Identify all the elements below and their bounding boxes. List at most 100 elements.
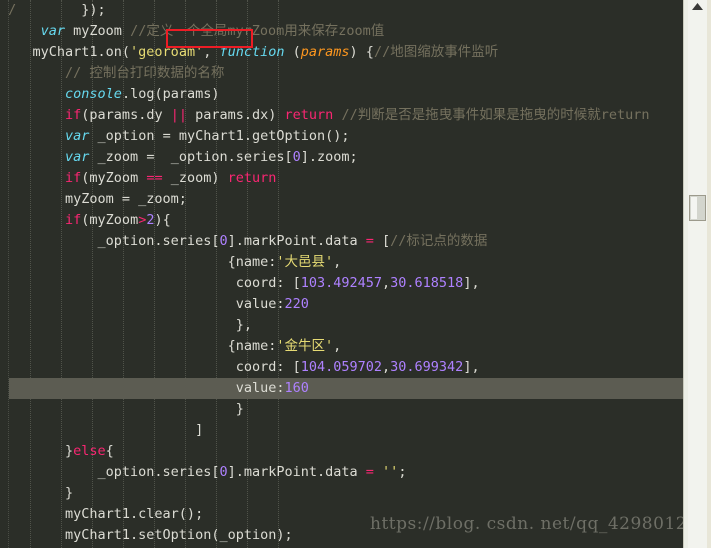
code-line[interactable]: } bbox=[0, 399, 684, 420]
code-token: _zoom = _option.series[ bbox=[89, 149, 293, 165]
code-token: { bbox=[105, 443, 114, 459]
code-token: ){ bbox=[154, 212, 171, 228]
code-token: return bbox=[284, 107, 334, 123]
code-token: '金牛区' bbox=[276, 338, 334, 354]
code-token: //定义一个全局myrZoom用来保存zoom值 bbox=[130, 23, 385, 39]
code-token: = bbox=[365, 233, 374, 249]
code-line[interactable]: {name:'金牛区', bbox=[0, 336, 684, 357]
code-token: _option = myChart1.getOption(); bbox=[89, 128, 350, 144]
code-line[interactable]: value:160 bbox=[0, 378, 684, 399]
code-line[interactable]: var _option = myChart1.getOption(); bbox=[0, 126, 684, 147]
code-token: 30.699342 bbox=[390, 359, 464, 375]
code-token: , bbox=[333, 254, 342, 270]
code-line[interactable]: value:220 bbox=[0, 294, 684, 315]
code-line[interactable]: } bbox=[0, 483, 684, 504]
code-token: , bbox=[382, 359, 391, 375]
code-token: value: bbox=[0, 296, 285, 312]
code-token: 103.492457 bbox=[300, 275, 383, 291]
code-token: value: bbox=[0, 380, 285, 396]
code-token: .log(params) bbox=[121, 86, 220, 102]
code-token: if bbox=[65, 107, 82, 123]
code-line[interactable]: if(myZoom == _zoom) return bbox=[0, 168, 684, 189]
code-token: 0 bbox=[292, 149, 301, 165]
code-token: myChart1.setOption(_option); bbox=[0, 527, 293, 543]
code-token: _zoom) bbox=[162, 170, 228, 186]
code-token: (params.dy bbox=[81, 107, 171, 123]
code-line[interactable]: if(myZoom>2){ bbox=[0, 210, 684, 231]
code-line[interactable]: coord: [103.492457,30.618518], bbox=[0, 273, 684, 294]
code-line[interactable]: }else{ bbox=[0, 441, 684, 462]
code-token: if bbox=[65, 170, 82, 186]
vertical-scrollbar[interactable] bbox=[683, 0, 711, 548]
code-token: ].zoom; bbox=[300, 149, 358, 165]
code-line[interactable]: }, bbox=[0, 315, 684, 336]
code-token: } bbox=[0, 443, 74, 459]
code-token: var bbox=[65, 149, 90, 165]
code-token: ; bbox=[398, 464, 407, 480]
code-token: ) { bbox=[349, 44, 374, 60]
code-token: if bbox=[65, 212, 82, 228]
code-token: 104.059702 bbox=[300, 359, 383, 375]
scrollbar-right-edge bbox=[707, 0, 711, 548]
scrollbar-track[interactable] bbox=[688, 0, 707, 548]
scrollbar-thumb[interactable] bbox=[689, 195, 706, 221]
code-token: myZoom = _zoom; bbox=[0, 191, 187, 207]
code-line[interactable]: var _zoom = _option.series[0].zoom; bbox=[0, 147, 684, 168]
code-token: ].markPoint.data bbox=[227, 233, 366, 249]
code-token: == bbox=[146, 170, 163, 186]
code-token: }, bbox=[0, 317, 252, 333]
code-line[interactable]: // }); bbox=[0, 0, 684, 21]
code-token: //地图缩放事件监听 bbox=[373, 44, 499, 60]
code-line[interactable]: var myZoom //定义一个全局myrZoom用来保存zoom值 bbox=[0, 21, 684, 42]
code-token: return bbox=[227, 170, 277, 186]
code-token: function bbox=[219, 44, 285, 60]
code-token: var bbox=[40, 23, 66, 39]
code-line[interactable]: ] bbox=[0, 420, 684, 441]
editor-gutter bbox=[0, 0, 9, 548]
code-token: coord: [ bbox=[0, 275, 301, 291]
code-line[interactable]: if(params.dy || params.dx) return //判断是否… bbox=[0, 105, 684, 126]
scroll-up-arrow-icon[interactable] bbox=[689, 1, 706, 13]
code-token: console bbox=[65, 86, 122, 102]
code-token: ], bbox=[463, 275, 480, 291]
code-token: coord: [ bbox=[0, 359, 301, 375]
code-line[interactable]: // 控制台打印数据的名称 bbox=[0, 63, 684, 84]
code-token: 160 bbox=[284, 380, 309, 396]
code-line[interactable]: myChart1.on('georoam', function (params)… bbox=[0, 42, 684, 63]
code-text-area[interactable]: // }); var myZoom //定义一个全局myrZoom用来保存zoo… bbox=[0, 0, 684, 548]
code-token: myZoom bbox=[65, 23, 131, 39]
code-token: (myZoom bbox=[81, 170, 147, 186]
code-line[interactable]: _option.series[0].markPoint.data = [//标记… bbox=[0, 231, 684, 252]
code-token: {name: bbox=[0, 338, 277, 354]
code-token: (myZoom bbox=[81, 212, 139, 228]
code-token: var bbox=[65, 128, 90, 144]
code-token: // 控制台打印数据的名称 bbox=[0, 65, 225, 81]
code-token: 0 bbox=[219, 464, 228, 480]
code-token: else bbox=[73, 443, 106, 459]
code-token: [ bbox=[373, 233, 391, 249]
code-token: {name: bbox=[0, 254, 277, 270]
code-token: ], bbox=[463, 359, 480, 375]
code-token: , bbox=[203, 44, 220, 60]
code-line[interactable]: console.log(params) bbox=[0, 84, 684, 105]
code-token: //标记点的数据 bbox=[390, 233, 488, 249]
code-line[interactable]: {name:'大邑县', bbox=[0, 252, 684, 273]
code-token: 220 bbox=[284, 296, 309, 312]
code-token: myChart1.on( bbox=[0, 44, 131, 60]
code-token: //判断是否是拖曳事件如果是拖曳的时候就return bbox=[341, 107, 650, 123]
code-token: , bbox=[333, 338, 342, 354]
code-token: } bbox=[0, 485, 74, 501]
code-line[interactable]: _option.series[0].markPoint.data = ''; bbox=[0, 462, 684, 483]
code-token: 'georoam' bbox=[130, 44, 204, 60]
code-token: '大邑县' bbox=[276, 254, 334, 270]
code-line[interactable]: coord: [104.059702,30.699342], bbox=[0, 357, 684, 378]
code-line[interactable]: myZoom = _zoom; bbox=[0, 189, 684, 210]
code-token: 30.618518 bbox=[390, 275, 464, 291]
code-token: ] bbox=[0, 422, 204, 438]
code-token: ].markPoint.data bbox=[227, 464, 366, 480]
code-token: '' bbox=[382, 464, 399, 480]
